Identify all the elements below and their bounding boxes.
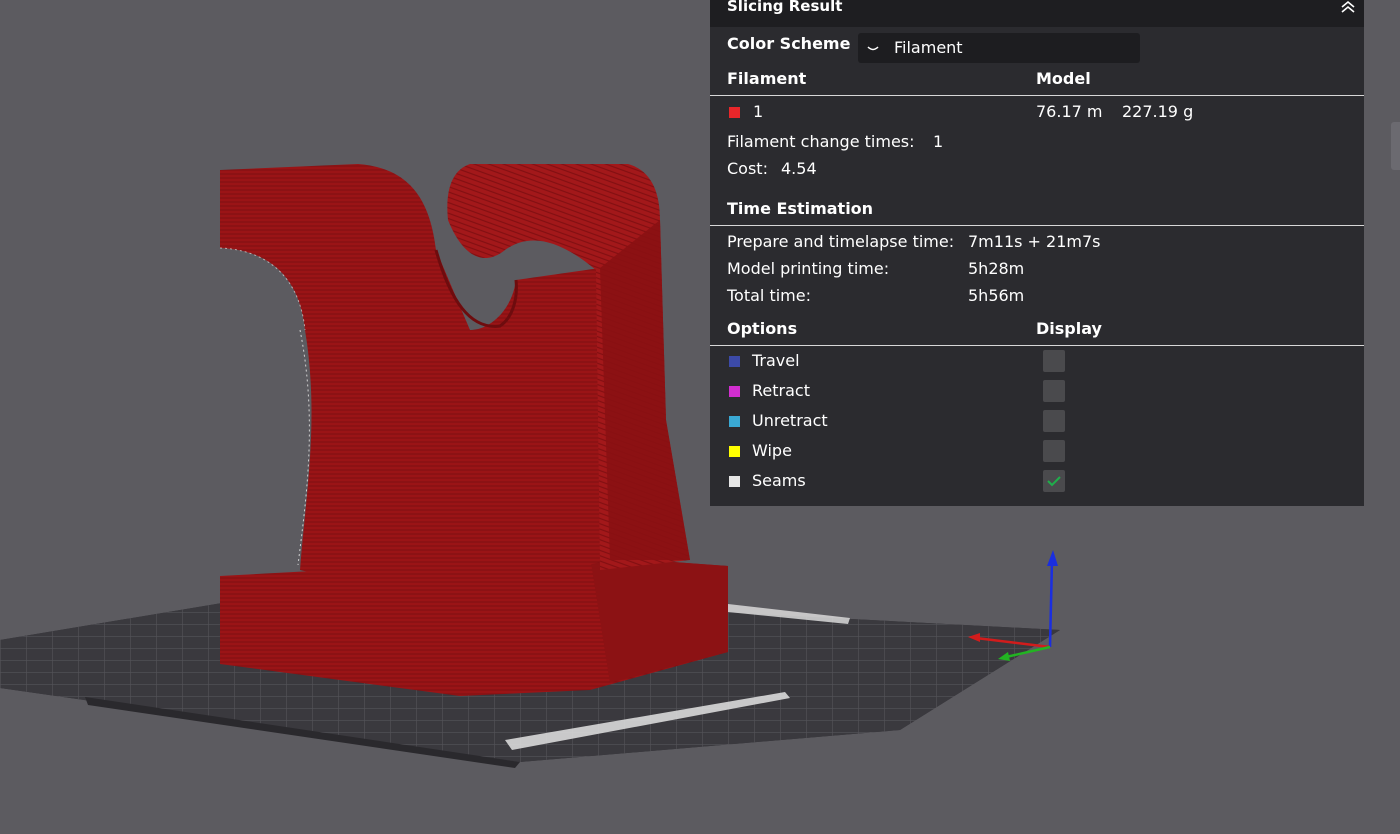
collapse-icon[interactable]: [1338, 0, 1358, 17]
display-header: Display: [1036, 319, 1102, 338]
total-time-value: 5h56m: [968, 286, 1025, 305]
retract-display-checkbox[interactable]: [1043, 380, 1065, 402]
prepare-time-label: Prepare and timelapse time:: [727, 232, 955, 251]
retract-color-swatch: [729, 386, 740, 397]
divider: [710, 345, 1364, 346]
seams-display-checkbox[interactable]: [1043, 470, 1065, 492]
filament-length: 76.17 m: [1036, 102, 1103, 121]
color-scheme-dropdown[interactable]: Filament: [858, 33, 1140, 63]
prepare-time-value: 7m11s + 21m7s: [968, 232, 1101, 251]
options-header: Options: [727, 319, 798, 338]
time-estimation-header: Time Estimation: [727, 199, 874, 218]
cost-value: 4.54: [781, 159, 817, 178]
unretract-display-checkbox[interactable]: [1043, 410, 1065, 432]
filament-change-value: 1: [933, 132, 944, 151]
filament-id: 1: [753, 102, 764, 121]
panel-title: Slicing Result: [727, 0, 843, 15]
filament-weight: 227.19 g: [1122, 102, 1194, 121]
travel-color-swatch: [729, 356, 740, 367]
color-scheme-value: Filament: [894, 38, 963, 57]
travel-display-checkbox[interactable]: [1043, 350, 1065, 372]
color-scheme-label: Color Scheme: [727, 34, 851, 53]
seams-color-swatch: [729, 476, 740, 487]
cost-label: Cost:: [727, 159, 768, 178]
unretract-color-swatch: [729, 416, 740, 427]
option-label: Unretract: [752, 411, 828, 430]
model-print-time-label: Model printing time:: [727, 259, 890, 278]
option-label: Seams: [752, 471, 806, 490]
filament-color-swatch: [729, 107, 740, 118]
panel-titlebar: Slicing Result: [710, 0, 1364, 27]
model-print-time-value: 5h28m: [968, 259, 1025, 278]
option-label: Retract: [752, 381, 810, 400]
filament-header: Filament: [727, 69, 807, 88]
total-time-label: Total time:: [727, 286, 811, 305]
option-label: Wipe: [752, 441, 792, 460]
side-scroll-handle[interactable]: [1391, 122, 1400, 170]
divider: [710, 95, 1364, 96]
checkmark-icon: [1047, 476, 1061, 487]
wipe-color-swatch: [729, 446, 740, 457]
chevron-down-icon: [866, 41, 880, 55]
divider: [710, 225, 1364, 226]
3d-model: [219, 164, 728, 696]
slicing-result-panel: Slicing Result Color Scheme Filament Fil…: [710, 0, 1364, 506]
option-label: Travel: [752, 351, 800, 370]
filament-change-label: Filament change times:: [727, 132, 915, 151]
model-header: Model: [1036, 69, 1091, 88]
wipe-display-checkbox[interactable]: [1043, 440, 1065, 462]
